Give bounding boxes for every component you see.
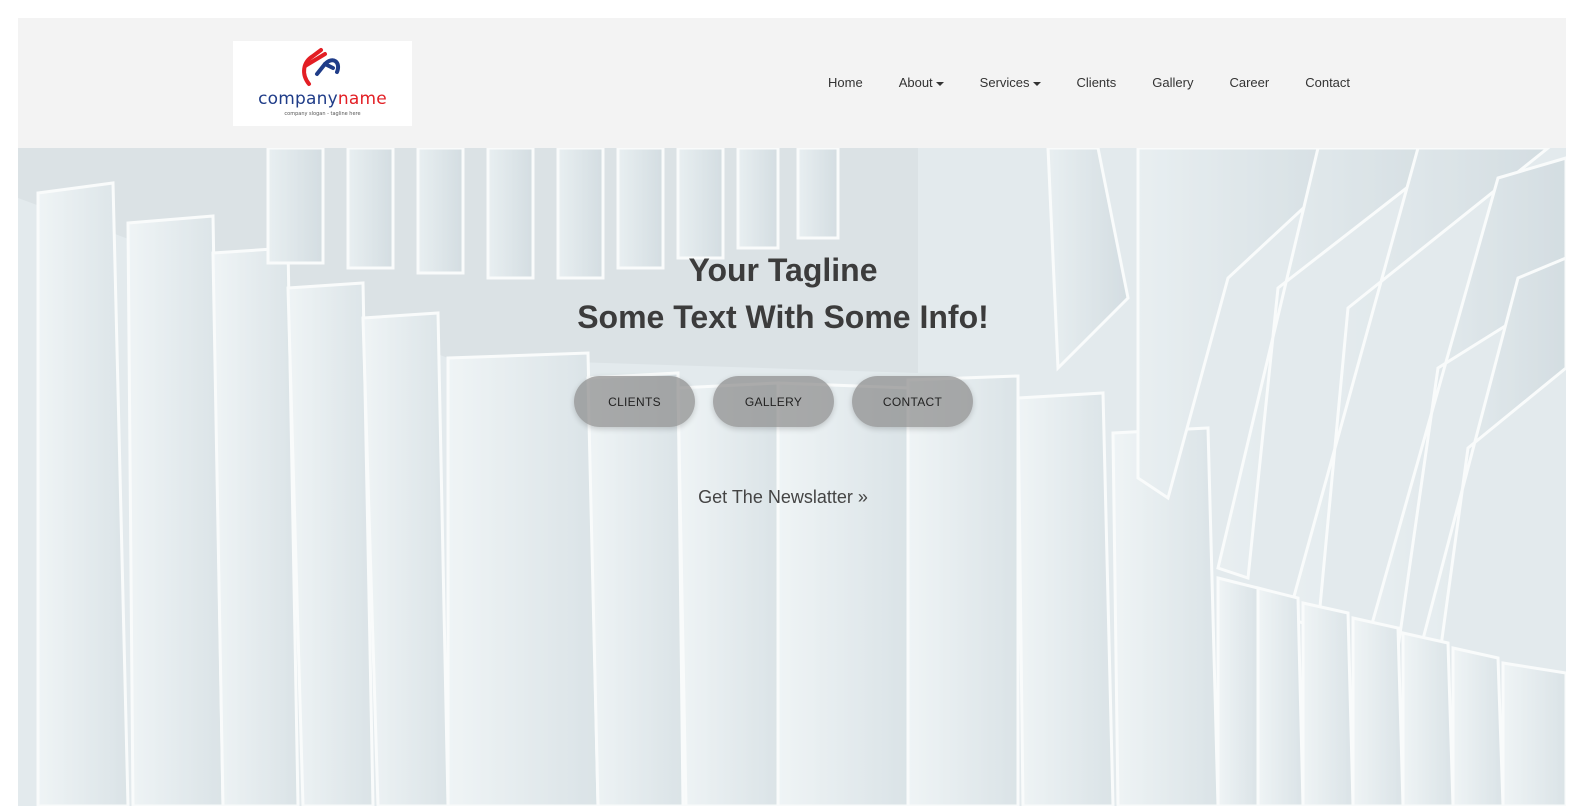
nav-item-label: Contact — [1305, 75, 1351, 90]
logo-wordmark: companyname — [233, 89, 412, 109]
logo-wordmark-part2: name — [337, 89, 387, 109]
caret-down-icon — [1032, 81, 1041, 86]
logo-wordmark-part1: company — [258, 89, 338, 109]
logo-mark-icon — [302, 48, 340, 86]
navbar: companyname company slogan - tagline her… — [18, 18, 1566, 148]
nav-item-career[interactable]: Career — [1229, 74, 1269, 92]
nav-item-label: Gallery — [1152, 75, 1194, 90]
logo-slogan: company slogan - tagline here — [284, 111, 361, 117]
newsletter-link[interactable]: Get The Newslatter » — [18, 487, 1548, 508]
hero-background-image — [18, 148, 1566, 806]
nav-item-label: Clients — [1076, 75, 1117, 90]
caret-down-icon — [935, 81, 944, 86]
contact-button[interactable]: CONTACT — [852, 376, 973, 427]
gallery-button[interactable]: GALLERY — [713, 376, 834, 427]
hero-section: Your Tagline Some Text With Some Info! C… — [18, 148, 1566, 806]
nav-item-services[interactable]: Services — [980, 74, 1041, 92]
nav-item-label: About — [898, 75, 933, 90]
hero-subtitle: Some Text With Some Info! — [577, 299, 989, 335]
nav-item-clients[interactable]: Clients — [1077, 74, 1117, 92]
hero-tagline: Your Tagline — [688, 252, 878, 288]
nav-item-label: Services — [979, 75, 1030, 90]
nav-item-label: Career — [1229, 75, 1270, 90]
nav-item-contact[interactable]: Contact — [1305, 74, 1350, 92]
company-logo[interactable]: companyname company slogan - tagline her… — [233, 41, 412, 126]
page-frame: companyname company slogan - tagline her… — [18, 18, 1566, 806]
nav-item-gallery[interactable]: Gallery — [1152, 74, 1193, 92]
nav-item-about[interactable]: About — [899, 74, 944, 92]
hero-button-row: CLIENTS GALLERY CONTACT — [574, 376, 973, 427]
nav-item-home[interactable]: Home — [828, 74, 863, 92]
clients-button[interactable]: CLIENTS — [574, 376, 695, 427]
main-nav: Home About Services Clients Gallery Care… — [828, 74, 1350, 92]
nav-item-label: Home — [828, 75, 863, 90]
